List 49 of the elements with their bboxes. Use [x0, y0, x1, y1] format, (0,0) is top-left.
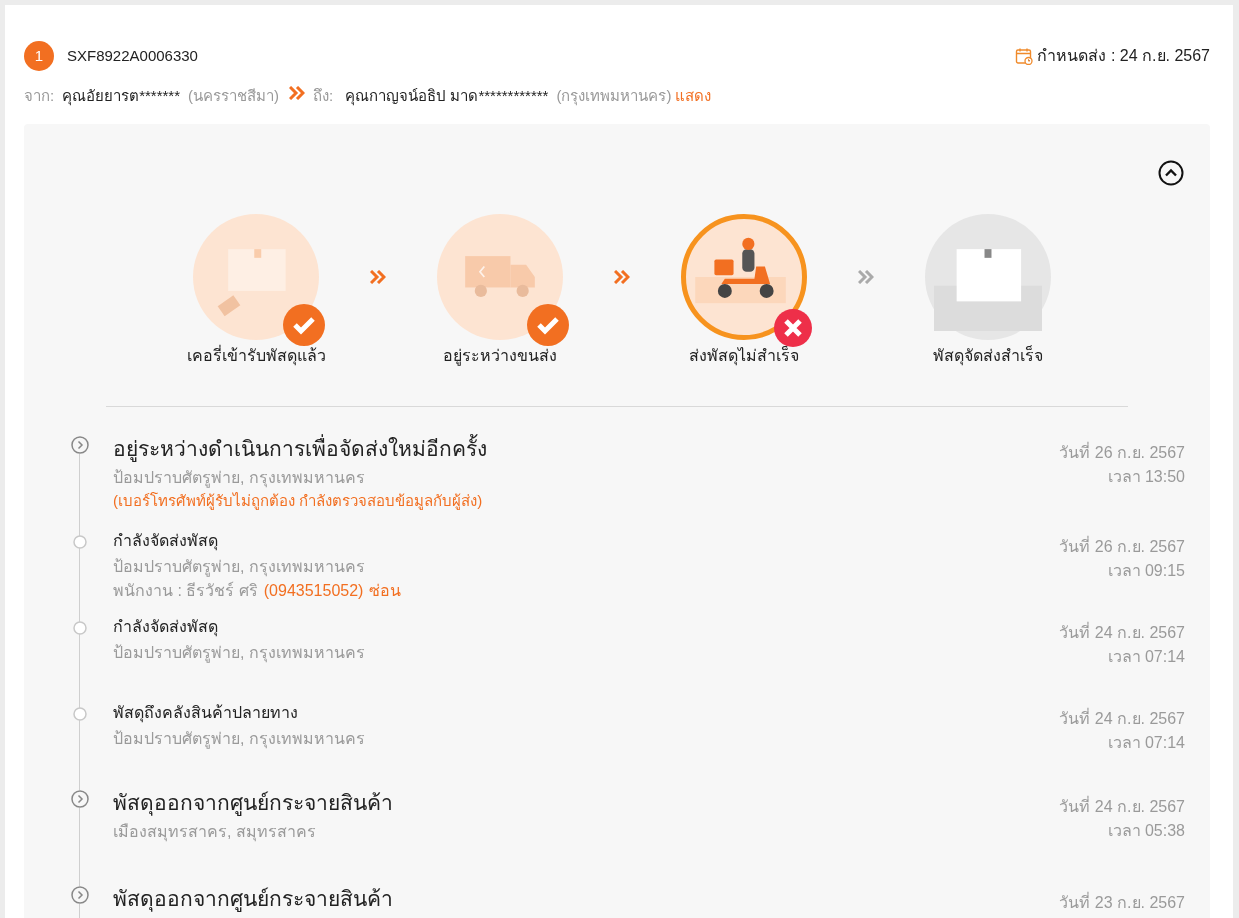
event-location: ป้อมปราบศัตรูพ่าย, กรุงเทพมหานคร: [113, 728, 365, 751]
receiver-city: (กรุงเทพมหานคร): [556, 86, 672, 108]
double-chevron-icon: [370, 269, 386, 284]
event-date: วันที่ 23 ก.ย. 2567: [1059, 891, 1185, 913]
to-label: ถึง:: [313, 86, 334, 106]
calendar-icon: [1015, 47, 1034, 65]
tracking-number: SXF8922A0006330: [67, 45, 198, 66]
event-date: วันที่ 24 ก.ย. 2567: [1059, 707, 1185, 729]
event-time: เวลา 07:14: [1107, 646, 1185, 667]
event-date: วันที่ 26 ก.ย. 2567: [1059, 535, 1185, 557]
chevron-circle-icon[interactable]: [71, 435, 89, 454]
collapse-icon[interactable]: [1158, 159, 1184, 186]
step-label: พัสดุจัดส่งสำเร็จ: [933, 344, 1043, 368]
event-date: วันที่ 24 ก.ย. 2567: [1059, 795, 1185, 817]
double-chevron-icon: [858, 269, 874, 284]
event-time: เวลา 05:38: [1107, 820, 1185, 841]
courier-phone: (0943515052): [263, 580, 364, 601]
receiver-name: คุณกาญจน์อธิป มาด************: [345, 86, 549, 108]
chevron-circle-icon[interactable]: [71, 885, 89, 904]
sender-city: (นครราชสีมา): [188, 86, 280, 106]
event-time: เวลา 13:50: [1107, 466, 1185, 487]
event-location: ป้อมปราบศัตรูพ่าย, กรุงเทพมหานคร: [113, 642, 365, 665]
event-title: พัสดุถึงคลังสินค้าปลายทาง: [113, 702, 299, 725]
event-date: วันที่ 26 ก.ย. 2567: [1059, 441, 1185, 463]
event-note: (เบอร์โทรศัพท์ผู้รับไม่ถูกต้อง กำลังตรวจสอบข้อมูลกับผู้ส่ง): [113, 491, 484, 512]
sender-name: คุณอัยยารต*******: [62, 86, 181, 108]
double-chevron-icon: [614, 269, 630, 284]
event-title: กำลังจัดส่งพัสดุ: [113, 530, 219, 553]
step-label: เคอรี่เข้ารับพัสดุแล้ว: [186, 344, 326, 368]
event-time: เวลา 09:15: [1107, 560, 1185, 581]
event-title: กำลังจัดส่งพัสดุ: [113, 616, 219, 639]
show-link[interactable]: แสดง: [675, 85, 712, 108]
event-location: เมืองสมุทรสาคร, สมุทรสาคร: [113, 822, 317, 844]
event-title: พัสดุออกจากศูนย์กระจายสินค้า: [113, 789, 393, 818]
event-date: วันที่ 24 ก.ย. 2567: [1059, 621, 1185, 643]
chevron-circle-icon[interactable]: [71, 789, 89, 808]
courier-name: พนักงาน : ธีรวัชร์ ศริ: [113, 580, 258, 601]
from-label: จาก:: [24, 86, 55, 106]
event-location: ป้อมปราบศัตรูพ่าย, กรุงเทพมหานคร: [113, 468, 366, 490]
double-chevron-icon: [289, 86, 306, 101]
step-label: อยู่ระหว่างขนส่ง: [443, 345, 557, 368]
event-location: ป้อมปราบศัตรูพ่าย, กรุงเทพมหานคร: [113, 556, 366, 579]
step-label: ส่งพัสดุไม่สำเร็จ: [689, 344, 799, 368]
hide-link[interactable]: ซ่อน: [369, 578, 402, 603]
event-title: อยู่ระหว่างดำเนินการเพื่อจัดส่งใหม่อีกครั้ง: [113, 433, 487, 464]
event-title: พัสดุออกจากศูนย์กระจายสินค้า: [113, 885, 393, 914]
event-time: เวลา 07:14: [1107, 732, 1185, 753]
due-date: กำหนดส่ง : 24 ก.ย. 2567: [1037, 46, 1210, 66]
order-number-badge: 1: [24, 41, 54, 71]
